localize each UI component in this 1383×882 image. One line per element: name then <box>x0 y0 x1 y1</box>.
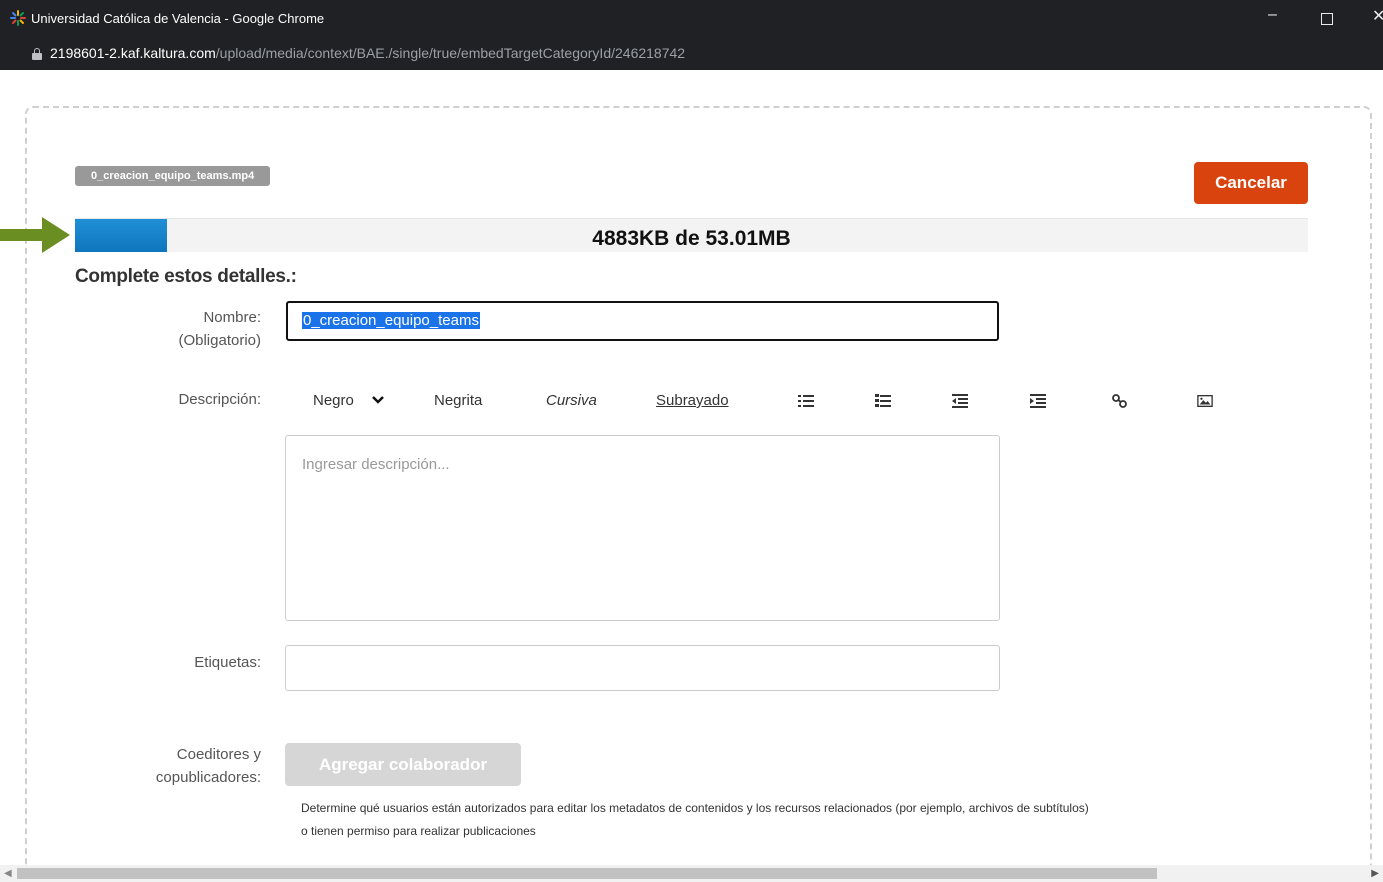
name-input-value: 0_creacion_equipo_teams <box>302 312 480 329</box>
scroll-right-arrow-icon[interactable]: ▶ <box>1371 868 1379 879</box>
link-icon[interactable] <box>1112 394 1128 408</box>
tags-label: Etiquetas: <box>194 654 261 671</box>
scroll-left-arrow-icon[interactable]: ◀ <box>4 868 12 879</box>
name-label-line1: Nombre: <box>203 309 261 326</box>
bullet-list-icon[interactable] <box>798 394 814 408</box>
underline-button[interactable]: Subrayado <box>656 392 729 409</box>
close-button[interactable]: ✕ <box>1372 6 1383 26</box>
outdent-icon[interactable] <box>952 394 968 408</box>
url-text[interactable]: 2198601-2.kaf.kaltura.com/upload/media/c… <box>50 45 685 61</box>
url-host: 2198601-2.kaf.kaltura.com <box>50 45 216 61</box>
cancel-button[interactable]: Cancelar <box>1194 162 1308 204</box>
maximize-button[interactable] <box>1321 13 1333 25</box>
coeditors-help-text: Determine qué usuarios están autorizados… <box>301 797 1089 843</box>
minimize-button[interactable]: – <box>1268 6 1277 24</box>
description-textarea[interactable]: Ingresar descripción... <box>285 435 1000 621</box>
description-label: Descripción: <box>178 391 261 408</box>
color-select[interactable]: Negro <box>313 392 384 409</box>
horizontal-scrollbar[interactable]: ◀ ▶ <box>0 865 1383 882</box>
upload-progress-bar: 4883KB de 53.01MB <box>75 218 1308 252</box>
url-path: /upload/media/context/BAE./single/true/e… <box>215 45 686 61</box>
name-label: Nombre: (Obligatorio) <box>178 306 261 352</box>
upload-page: 0_creacion_equipo_teams.mp4 Cancelar 488… <box>0 70 1383 865</box>
coeditors-label-line1: Coeditores y <box>176 746 261 763</box>
color-select-value: Negro <box>313 392 354 409</box>
bold-button[interactable]: Negrita <box>434 392 482 409</box>
window-titlebar: Universidad Católica de Valencia - Googl… <box>0 0 1383 38</box>
filename-badge: 0_creacion_equipo_teams.mp4 <box>75 166 271 186</box>
help-line-2: o tienen permiso para realizar publicaci… <box>301 824 536 838</box>
details-section-title: Complete estos detalles.: <box>75 266 297 287</box>
upload-progress-text: 4883KB de 53.01MB <box>592 227 791 250</box>
italic-button[interactable]: Cursiva <box>546 392 597 409</box>
scrollbar-thumb[interactable] <box>17 868 1157 879</box>
kaltura-logo-icon <box>10 10 26 26</box>
name-label-line2: (Obligatorio) <box>178 332 261 349</box>
coeditors-label-line2: copublicadores: <box>155 769 261 786</box>
add-collaborator-button[interactable]: Agregar colaborador <box>285 743 521 786</box>
address-bar[interactable]: 2198601-2.kaf.kaltura.com/upload/media/c… <box>0 38 1383 70</box>
coeditors-label: Coeditores y copublicadores: <box>156 743 261 789</box>
window-title: Universidad Católica de Valencia - Googl… <box>31 11 325 26</box>
chevron-down-icon <box>372 396 384 404</box>
image-icon[interactable] <box>1197 394 1213 408</box>
description-placeholder: Ingresar descripción... <box>302 456 450 473</box>
name-input[interactable]: 0_creacion_equipo_teams <box>286 301 999 341</box>
arrow-pointer-icon <box>0 217 70 253</box>
numbered-list-icon[interactable] <box>875 394 891 408</box>
tags-input[interactable] <box>285 645 1000 691</box>
help-line-1: Determine qué usuarios están autorizados… <box>301 801 1089 815</box>
indent-icon[interactable] <box>1030 394 1046 408</box>
lock-icon <box>32 48 42 60</box>
